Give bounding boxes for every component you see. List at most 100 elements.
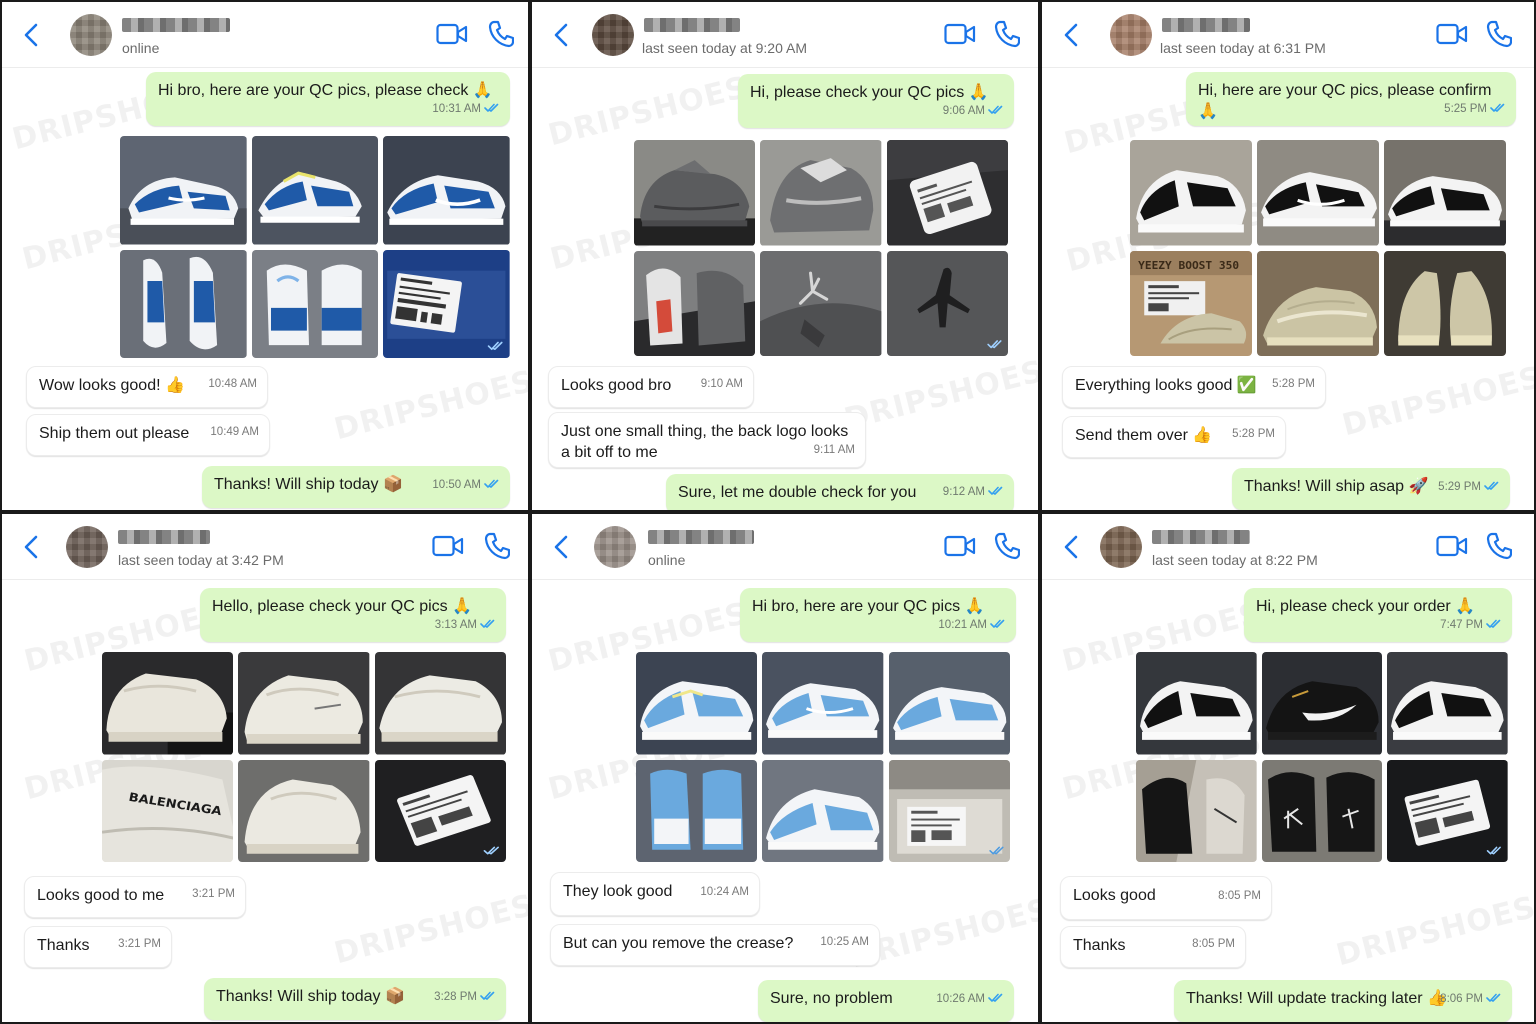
qc-photo[interactable]: [383, 249, 510, 358]
qc-photo[interactable]: [636, 759, 758, 862]
message-outgoing[interactable]: Hi, please check your QC pics 🙏 9:06 AM: [738, 74, 1014, 128]
message-incoming[interactable]: Looks good 8:05 PM: [1060, 876, 1272, 920]
qc-photo[interactable]: [888, 759, 1010, 862]
qc-photo[interactable]: [1136, 652, 1257, 755]
qc-photo[interactable]: [636, 652, 758, 755]
message-time: 3:21 PM: [192, 888, 235, 900]
video-camera-icon[interactable]: [432, 534, 464, 558]
phone-icon[interactable]: [994, 532, 1020, 560]
qc-photo[interactable]: [1384, 250, 1506, 356]
qc-photo[interactable]: [120, 249, 247, 358]
chevron-left-icon[interactable]: [550, 534, 574, 560]
phone-icon[interactable]: [1486, 20, 1512, 48]
qc-photo[interactable]: [120, 136, 247, 245]
chat-area: DRIPSHOES DRIPSHOES DRIPSHOES Hi bro, he…: [2, 68, 528, 510]
message-incoming[interactable]: Thanks 3:21 PM: [24, 926, 172, 968]
qc-photo[interactable]: [374, 652, 506, 755]
phone-icon[interactable]: [488, 20, 514, 48]
message-outgoing[interactable]: Thanks! Will ship today 📦 3:28 PM: [204, 978, 506, 1020]
message-time: 5:25 PM: [1444, 99, 1506, 120]
message-outgoing[interactable]: Sure, let me double check for you 9:12 A…: [666, 474, 1014, 510]
phone-icon[interactable]: [994, 20, 1020, 48]
qc-photo[interactable]: [1136, 759, 1257, 862]
avatar[interactable]: [1110, 14, 1152, 56]
qc-photo[interactable]: BALENCIAGA: [102, 759, 234, 862]
message-text: Hi bro, here are your QC pics, please ch…: [158, 82, 493, 99]
qc-photo[interactable]: [383, 136, 510, 245]
qc-photo[interactable]: [1387, 759, 1508, 862]
watermark: DRIPSHOES: [330, 887, 530, 972]
message-incoming[interactable]: Send them over 👍 5:28 PM: [1062, 416, 1286, 458]
qc-photo[interactable]: [238, 652, 370, 755]
message-incoming[interactable]: They look good 10:24 AM: [550, 872, 760, 916]
chevron-left-icon[interactable]: [1060, 22, 1084, 48]
double-check-icon: [480, 619, 496, 629]
chat-header: last seen today at 9:20 AM: [532, 2, 1038, 68]
qc-photo[interactable]: [762, 759, 884, 862]
qc-photo[interactable]: [888, 652, 1010, 755]
watermark: DRIPSHOES: [1332, 889, 1536, 974]
qc-photo[interactable]: [1257, 140, 1379, 246]
qc-photo[interactable]: [238, 759, 370, 862]
qc-photo[interactable]: [886, 140, 1008, 246]
qc-photo[interactable]: [102, 652, 234, 755]
chevron-left-icon[interactable]: [1060, 534, 1084, 560]
message-incoming[interactable]: Thanks 8:05 PM: [1060, 926, 1246, 968]
message-time: 9:06 AM: [943, 101, 1004, 122]
qc-photo[interactable]: [1387, 652, 1508, 755]
qc-photo[interactable]: [1384, 140, 1506, 246]
message-outgoing[interactable]: Sure, no problem 10:26 AM: [758, 980, 1014, 1022]
qc-photo[interactable]: [634, 140, 756, 246]
message-outgoing[interactable]: Thanks! Will update tracking later 👍 8:0…: [1174, 980, 1512, 1022]
message-incoming[interactable]: Everything looks good ✅ 5:28 PM: [1062, 366, 1326, 408]
screenshot-collage: online DRIPSHOES DRIPSHOES DRIPSHOES Hi …: [0, 0, 1536, 1024]
message-outgoing[interactable]: Hi, here are your QC pics, please confir…: [1186, 72, 1516, 126]
message-outgoing[interactable]: Hello, please check your QC pics 🙏 3:13 …: [200, 588, 506, 642]
qc-photo[interactable]: [1257, 250, 1379, 356]
qc-photo[interactable]: [886, 250, 1008, 356]
video-camera-icon[interactable]: [944, 22, 976, 46]
message-incoming[interactable]: Just one small thing, the back logo look…: [548, 412, 866, 468]
qc-photo[interactable]: [760, 140, 882, 246]
message-text: Ship them out please: [39, 425, 190, 442]
phone-icon[interactable]: [484, 532, 510, 560]
qc-photo[interactable]: [762, 652, 884, 755]
message-outgoing[interactable]: Thanks! Will ship asap 🚀 5:29 PM: [1232, 468, 1510, 510]
qc-photo[interactable]: [251, 249, 379, 358]
qc-photo[interactable]: [1261, 652, 1383, 755]
qc-photo[interactable]: [760, 250, 882, 356]
qc-photo[interactable]: [251, 136, 379, 245]
video-camera-icon[interactable]: [1436, 534, 1468, 558]
message-text: Hi, please check your order 🙏: [1256, 598, 1476, 615]
qc-photo[interactable]: [1130, 140, 1252, 246]
chevron-left-icon[interactable]: [20, 534, 44, 560]
message-incoming[interactable]: Wow looks good! 👍 10:48 AM: [26, 366, 268, 408]
video-camera-icon[interactable]: [1436, 22, 1468, 46]
qc-photo-grid: [636, 652, 1010, 862]
video-camera-icon[interactable]: [436, 22, 468, 46]
qc-photo[interactable]: [374, 759, 506, 862]
qc-photo[interactable]: [634, 250, 756, 356]
message-incoming[interactable]: But can you remove the crease? 10:25 AM: [550, 924, 880, 966]
message-incoming[interactable]: Looks good to me 3:21 PM: [24, 876, 246, 918]
avatar[interactable]: [592, 14, 634, 56]
message-outgoing[interactable]: Hi, please check your order 🙏 7:47 PM: [1244, 588, 1512, 642]
phone-icon[interactable]: [1486, 532, 1512, 560]
message-time: 10:25 AM: [820, 936, 869, 948]
message-incoming[interactable]: Looks good bro 9:10 AM: [548, 366, 754, 408]
message-outgoing[interactable]: Thanks! Will ship today 📦 10:50 AM: [202, 466, 510, 508]
yeezy-box-text: YEEZY BOOST 350: [1138, 259, 1239, 272]
message-incoming[interactable]: Ship them out please 10:49 AM: [26, 414, 270, 456]
chevron-left-icon[interactable]: [550, 22, 574, 48]
message-outgoing[interactable]: Hi bro, here are your QC pics, please ch…: [146, 72, 510, 126]
avatar[interactable]: [70, 14, 112, 56]
message-time: 10:26 AM: [936, 989, 1004, 1010]
qc-photo[interactable]: YEEZY BOOST 350: [1130, 250, 1252, 356]
avatar[interactable]: [66, 526, 108, 568]
qc-photo[interactable]: [1261, 759, 1383, 862]
video-camera-icon[interactable]: [944, 534, 976, 558]
message-outgoing[interactable]: Hi bro, here are your QC pics 🙏 10:21 AM: [740, 588, 1016, 642]
avatar[interactable]: [1100, 526, 1142, 568]
avatar[interactable]: [594, 526, 636, 568]
chevron-left-icon[interactable]: [20, 22, 44, 48]
